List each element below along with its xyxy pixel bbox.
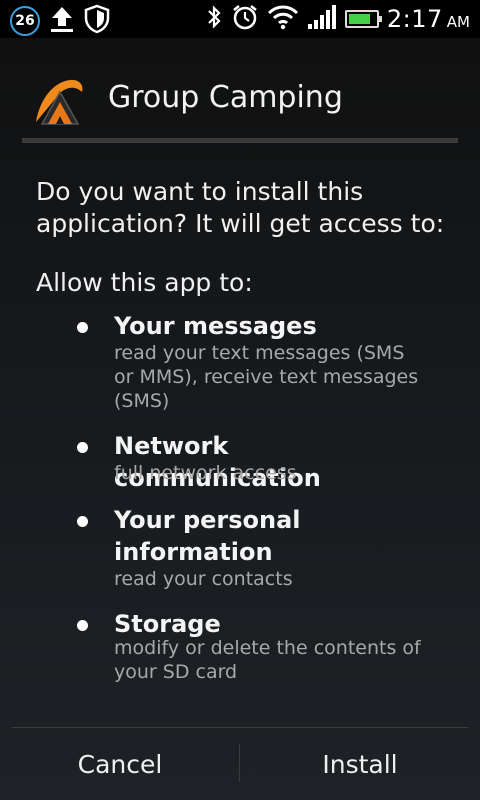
alarm-icon [231,3,259,35]
bullet-icon [77,516,88,527]
bullet-icon [77,442,88,453]
battery-level-fill [348,14,370,24]
dialog-header: Group Camping [0,38,480,138]
status-bar-system: 2:17 AM [205,2,470,36]
clock-time: 2:17 [386,5,443,33]
permission-description: read your text messages (SMS or MMS), re… [114,342,419,412]
permission-description: full network access [114,462,297,484]
notification-count-badge: 26 [10,6,40,36]
cancel-button[interactable]: Cancel [0,728,240,800]
status-bar-notifications: 26 [10,4,110,38]
bluetooth-icon [205,3,223,35]
bullet-icon [77,322,88,333]
app-logo-icon [34,78,84,126]
allow-label: Allow this app to: [36,268,253,297]
permission-title: Your personal information [114,506,301,566]
wifi-icon [267,4,299,34]
header-divider [22,138,458,143]
install-question: Do you want to install this application?… [36,177,445,238]
install-button[interactable]: Install [240,728,480,800]
permission-description: read your contacts [114,568,293,590]
app-title: Group Camping [108,80,343,115]
permission-description: modify or delete the contents of your SD… [114,637,421,683]
permission-title: Your messages [114,312,317,340]
shield-icon [84,4,110,38]
bullet-icon [77,620,88,631]
signal-icon [307,4,337,34]
battery-icon [344,10,382,28]
status-bar: 26 2:17 AM [0,0,480,38]
upload-icon [48,4,76,38]
clock-ampm: AM [446,13,470,31]
install-dialog: Group Camping Do you want to install thi… [0,38,480,800]
